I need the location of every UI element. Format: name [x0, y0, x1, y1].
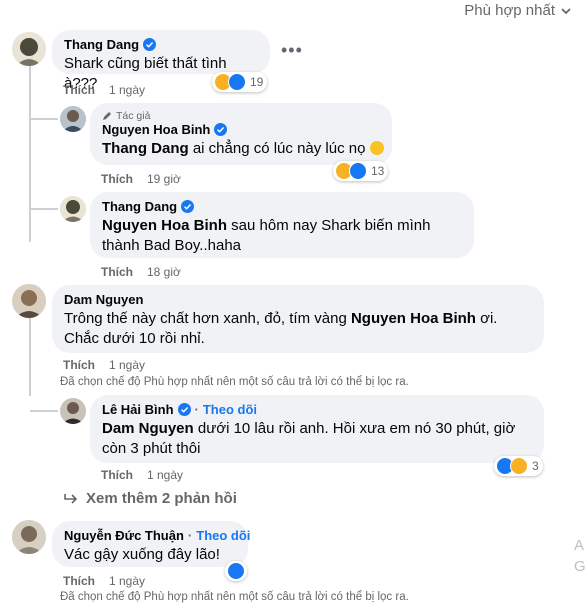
follow-link[interactable]: Theo dõi — [196, 528, 250, 543]
comment-text: Trông thế này chất hơn xanh, đỏ, tím vàn… — [64, 310, 498, 347]
reply-bubble: Tác giả Nguyen Hoa Binh Thang Dang ai ch… — [90, 103, 392, 165]
like-icon — [228, 73, 246, 91]
timestamp[interactable]: 1 ngày — [109, 358, 145, 372]
like-link[interactable]: Thích — [101, 172, 133, 186]
mention-link[interactable]: Nguyen Hoa Binh — [351, 310, 476, 327]
reaction-summary[interactable]: 19 — [212, 72, 268, 92]
thread-line — [29, 316, 31, 396]
chevron-down-icon — [561, 7, 571, 14]
reaction-summary[interactable] — [225, 561, 247, 581]
comment-text: Vác gậy xuống đây lão! — [64, 546, 220, 563]
avatar[interactable] — [12, 32, 46, 66]
like-link[interactable]: Thích — [101, 468, 133, 482]
like-link[interactable]: Thích — [101, 265, 133, 279]
mention-link[interactable]: Dam Nguyen — [102, 420, 194, 437]
avatar[interactable] — [12, 520, 46, 554]
sort-label: Phù hợp nhất — [464, 2, 555, 19]
author-name[interactable]: Lê Hải Bình — [102, 402, 174, 417]
reaction-count: 3 — [532, 459, 539, 473]
verified-badge-icon — [177, 403, 191, 416]
timestamp[interactable]: 1 ngày — [109, 574, 145, 588]
reaction-summary[interactable]: 3 — [494, 456, 543, 476]
verified-badge-icon — [214, 123, 228, 136]
separator-dot: · — [187, 528, 193, 543]
grin-emoji-icon — [369, 141, 384, 155]
mention-link[interactable]: Nguyen Hoa Binh — [102, 217, 227, 234]
comment-author: Nguyễn Đức Thuận · Theo dõi — [64, 528, 250, 543]
filter-note: Đã chọn chế độ Phù hợp nhất nên một số c… — [60, 376, 409, 388]
comment-meta: Thích 1 ngày — [63, 83, 145, 97]
comment-meta: Thích 1 ngày — [63, 358, 145, 372]
comment-bubble: Dam Nguyen Trông thế này chất hơn xanh, … — [52, 285, 544, 353]
verified-badge-icon — [181, 200, 195, 213]
comment-text: Dam Nguyen dưới 10 lâu rồi anh. Hồi xưa … — [102, 420, 516, 457]
edge-text: A — [574, 537, 585, 554]
separator-dot: · — [194, 402, 199, 417]
like-link[interactable]: Thích — [63, 574, 95, 588]
thread-line — [29, 66, 31, 242]
comment-bubble: Thang Dang Shark cũng biết thất tình à??… — [52, 30, 270, 92]
comment-author[interactable]: Thang Dang — [64, 37, 258, 52]
edge-text: G — [574, 558, 585, 575]
comment-author[interactable]: Dam Nguyen — [64, 292, 532, 307]
reaction-count: 19 — [250, 75, 264, 89]
timestamp[interactable]: 18 giờ — [147, 265, 181, 279]
avatar[interactable] — [60, 398, 86, 424]
avatar[interactable] — [60, 196, 86, 222]
reply-bubble: Lê Hải Bình · Theo dõi Dam Nguyen dưới 1… — [90, 395, 544, 463]
like-link[interactable]: Thích — [63, 358, 95, 372]
reply-connector — [30, 410, 58, 412]
comment-meta: Thích 1 ngày — [101, 468, 183, 482]
comment-meta: Thích 18 giờ — [101, 265, 181, 279]
comment-text: Nguyen Hoa Binh sau hôm nay Shark biến m… — [102, 217, 431, 254]
reply-arrow-icon — [64, 493, 78, 504]
comment-meta: Thích 19 giờ — [101, 172, 181, 186]
like-icon — [227, 562, 245, 580]
reply-bubble: Thang Dang Nguyen Hoa Binh sau hôm nay S… — [90, 192, 474, 258]
comment-author: Lê Hải Bình · Theo dõi — [102, 402, 532, 417]
mention-link[interactable]: Thang Dang — [102, 140, 189, 157]
reply-connector — [30, 208, 58, 210]
reply-connector — [30, 118, 58, 120]
author-badge: Tác giả — [102, 110, 380, 122]
see-more-replies[interactable]: Xem thêm 2 phản hồi — [64, 490, 237, 507]
avatar[interactable] — [60, 106, 86, 132]
like-icon — [349, 162, 367, 180]
haha-icon — [510, 457, 528, 475]
timestamp[interactable]: 1 ngày — [147, 468, 183, 482]
author-name[interactable]: Nguyễn Đức Thuận — [64, 528, 184, 543]
verified-badge-icon — [143, 38, 157, 51]
comment-text: Thang Dang ai chẳng có lúc này lúc nọ — [102, 139, 384, 159]
timestamp[interactable]: 1 ngày — [109, 83, 145, 97]
comment-author[interactable]: Nguyen Hoa Binh — [102, 122, 380, 137]
comment-bubble: Nguyễn Đức Thuận · Theo dõi Vác gậy xuốn… — [52, 521, 250, 567]
reaction-summary[interactable]: 13 — [333, 161, 389, 181]
avatar[interactable] — [12, 284, 46, 318]
filter-note: Đã chọn chế độ Phù hợp nhất nên một số c… — [60, 591, 409, 603]
comment-author[interactable]: Thang Dang — [102, 199, 462, 214]
reaction-count: 13 — [371, 164, 385, 178]
timestamp[interactable]: 19 giờ — [147, 172, 181, 186]
like-link[interactable]: Thích — [63, 83, 95, 97]
more-options-icon[interactable]: ••• — [281, 40, 303, 61]
follow-link[interactable]: Theo dõi — [203, 402, 257, 417]
comment-meta: Thích 1 ngày — [63, 574, 145, 588]
pencil-icon — [103, 112, 111, 120]
sort-dropdown[interactable]: Phù hợp nhất — [464, 2, 571, 19]
